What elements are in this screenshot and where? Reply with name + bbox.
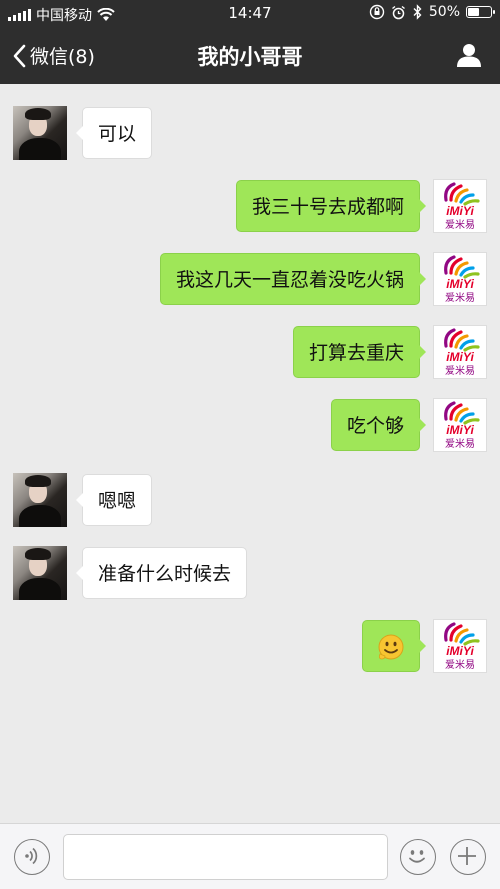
message-bubble-friend[interactable]: 准备什么时候去 — [75, 547, 248, 599]
self-avatar[interactable]: iMiYi 爱米易 — [433, 325, 487, 379]
svg-text:爱米易: 爱米易 — [445, 658, 475, 671]
voice-icon — [25, 847, 38, 865]
svg-text:爱米易: 爱米易 — [445, 437, 475, 450]
imiyi-logo: iMiYi 爱米易 — [444, 401, 480, 450]
message-bubble-self[interactable]: 打算去重庆 — [292, 326, 427, 378]
imiyi-logo: iMiYi 爱米易 — [444, 182, 480, 231]
svg-text:iMiYi: iMiYi — [446, 644, 474, 658]
imiyi-logo: iMiYi 爱米易 — [444, 328, 480, 377]
friend-avatar[interactable] — [13, 546, 67, 600]
emoji-button[interactable] — [400, 839, 436, 875]
person-icon — [457, 44, 481, 67]
input-bar — [0, 823, 500, 889]
smiley-icon — [409, 850, 425, 863]
profile-button[interactable] — [456, 42, 482, 72]
svg-text:爱米易: 爱米易 — [445, 364, 475, 377]
message-bubble-self[interactable]: 我这几天一直忍着没吃火锅 — [159, 253, 427, 305]
svg-text:iMiYi: iMiYi — [446, 350, 474, 364]
message-bubble-self[interactable]: 吃个够 — [330, 399, 427, 451]
imiyi-logo: iMiYi 爱米易 — [444, 622, 480, 671]
message-bubble-friend[interactable]: 可以 — [75, 107, 153, 159]
battery-icon — [466, 6, 495, 18]
message-input[interactable] — [63, 834, 388, 880]
status-bar: 中国移动 14:47 50% — [0, 0, 500, 28]
friend-avatar[interactable] — [13, 106, 67, 160]
nav-bar: 微信(8) 我的小哥哥 — [0, 28, 500, 84]
svg-text:iMiYi: iMiYi — [446, 423, 474, 437]
self-avatar[interactable]: iMiYi 爱米易 — [433, 398, 487, 452]
self-avatar[interactable]: iMiYi 爱米易 — [433, 179, 487, 233]
more-button[interactable] — [450, 839, 486, 875]
alarm-icon — [391, 5, 405, 19]
svg-text:iMiYi: iMiYi — [446, 277, 474, 291]
message-bubble-self[interactable]: 我三十号去成都啊 — [235, 180, 427, 232]
battery-percent: 50% — [428, 4, 460, 20]
imiyi-logo: iMiYi 爱米易 — [444, 255, 480, 304]
self-avatar[interactable]: iMiYi 爱米易 — [433, 619, 487, 673]
voice-button[interactable] — [14, 839, 50, 875]
plus-icon — [458, 847, 476, 865]
self-avatar[interactable]: iMiYi 爱米易 — [433, 252, 487, 306]
message-bubble-friend[interactable]: 嗯嗯 — [75, 474, 153, 526]
svg-text:iMiYi: iMiYi — [446, 204, 474, 218]
svg-text:爱米易: 爱米易 — [445, 218, 475, 231]
friend-avatar[interactable] — [13, 473, 67, 527]
smiling-emoji — [378, 634, 404, 660]
message-bubble-self-emoji[interactable] — [362, 620, 426, 672]
status-right: 50% — [369, 4, 495, 20]
bluetooth-icon — [413, 4, 422, 20]
chat-title: 我的小哥哥 — [197, 45, 303, 69]
rotation-lock-icon — [369, 4, 385, 20]
svg-text:爱米易: 爱米易 — [445, 291, 475, 304]
